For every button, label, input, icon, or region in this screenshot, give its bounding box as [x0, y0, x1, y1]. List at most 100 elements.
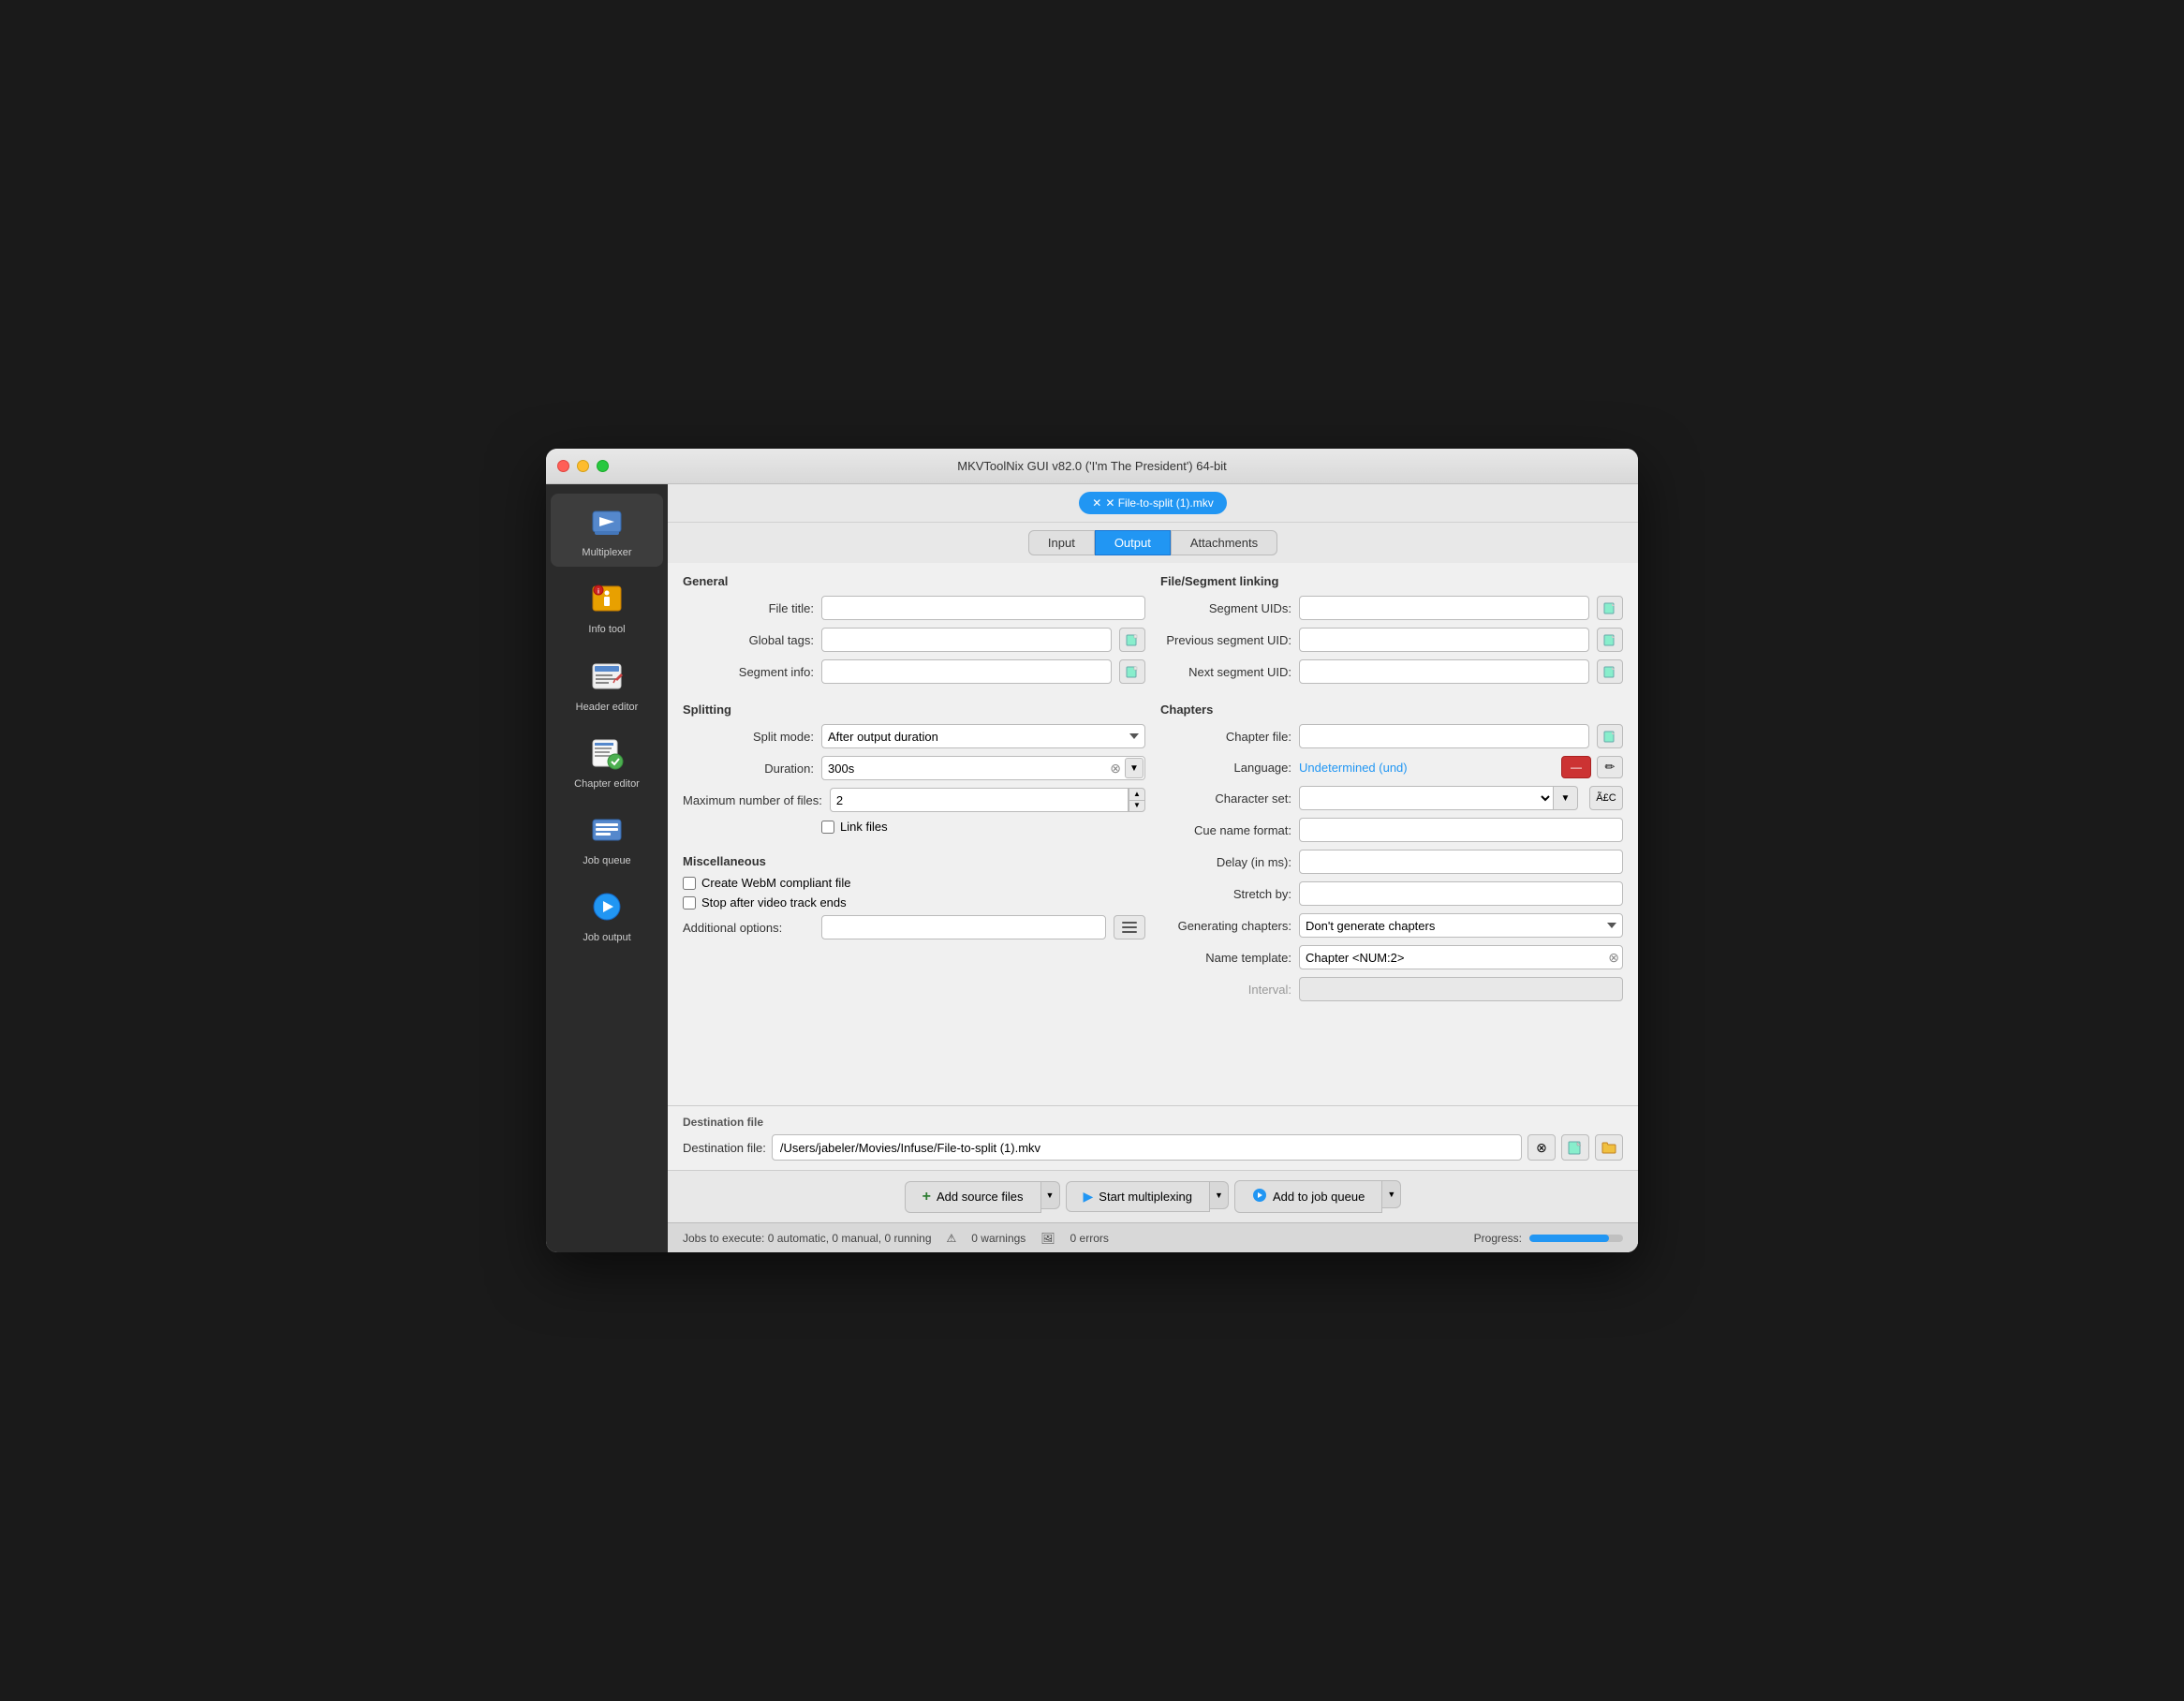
destination-input[interactable] [772, 1134, 1522, 1161]
tab-attachments[interactable]: Attachments [1171, 530, 1277, 555]
delay-input[interactable] [1299, 850, 1623, 874]
max-files-down-btn[interactable]: ▼ [1129, 800, 1145, 813]
generating-chapters-label: Generating chapters: [1160, 919, 1291, 933]
add-source-files-dropdown[interactable]: ▼ [1041, 1181, 1060, 1209]
character-set-select-container: ▼ [1299, 786, 1578, 810]
language-clear-btn[interactable]: — [1561, 756, 1591, 778]
language-link[interactable]: Undetermined (und) [1299, 761, 1408, 775]
destination-file-btn[interactable] [1561, 1134, 1589, 1161]
tab-input[interactable]: Input [1028, 530, 1095, 555]
character-set-select[interactable] [1299, 786, 1554, 810]
generating-chapters-select[interactable]: Don't generate chapters When appending F… [1299, 913, 1623, 938]
max-files-input[interactable] [830, 788, 1129, 812]
duration-input[interactable] [821, 756, 1145, 780]
next-segment-uid-label: Next segment UID: [1160, 665, 1291, 679]
character-set-row: Character set: ▼ Ã£C [1160, 786, 1623, 810]
miscellaneous-section: Miscellaneous Create WebM compliant file… [683, 854, 1145, 939]
max-files-up-btn[interactable]: ▲ [1129, 788, 1145, 800]
sidebar-item-chapter-editor[interactable]: Chapter editor [551, 725, 663, 798]
minimize-button[interactable] [577, 460, 589, 472]
chapters-title: Chapters [1160, 703, 1623, 717]
sidebar-item-header-editor[interactable]: Header editor [551, 648, 663, 721]
traffic-lights [557, 460, 609, 472]
sidebar-label-info-tool: Info tool [588, 623, 625, 636]
global-tags-file-btn[interactable] [1119, 628, 1145, 652]
segment-info-label: Segment info: [683, 665, 814, 679]
prev-segment-uid-file-btn[interactable] [1597, 628, 1623, 652]
next-segment-uid-row: Next segment UID: [1160, 659, 1623, 684]
chapter-file-input[interactable] [1299, 724, 1589, 748]
chapter-editor-icon [586, 732, 627, 774]
stop-after-video-checkbox[interactable] [683, 896, 696, 910]
errors-text: 0 errors [1070, 1232, 1109, 1245]
add-to-job-queue-dropdown[interactable]: ▼ [1382, 1180, 1401, 1208]
split-mode-select[interactable]: After output duration No splitting After… [821, 724, 1145, 748]
progress-bar-container [1529, 1235, 1623, 1242]
name-template-container: ⊗ [1299, 945, 1623, 969]
cue-name-format-input[interactable] [1299, 818, 1623, 842]
tab-output[interactable]: Output [1095, 530, 1171, 555]
link-files-row: Link files [821, 820, 1145, 834]
sidebar-item-job-queue[interactable]: Job queue [551, 802, 663, 875]
max-files-row: Maximum number of files: ▲ ▼ [683, 788, 1145, 812]
add-source-files-icon: + [922, 1189, 931, 1205]
job-output-icon [586, 886, 627, 927]
next-segment-uid-input[interactable] [1299, 659, 1589, 684]
next-segment-uid-file-btn[interactable] [1597, 659, 1623, 684]
destination-clear-btn[interactable]: ⊗ [1527, 1134, 1556, 1161]
panels-row: General File title: Global tags: [668, 563, 1638, 1105]
sidebar-item-info-tool[interactable]: i Info tool [551, 570, 663, 643]
sidebar-label-chapter-editor: Chapter editor [574, 777, 640, 791]
create-webm-checkbox[interactable] [683, 877, 696, 890]
sidebar-label-header-editor: Header editor [576, 701, 639, 714]
content-area: ✕ ✕ File-to-split (1).mkv Input Output A… [668, 484, 1638, 1252]
chapter-file-btn[interactable] [1597, 724, 1623, 748]
global-tags-row: Global tags: [683, 628, 1145, 652]
prev-segment-uid-row: Previous segment UID: [1160, 628, 1623, 652]
additional-options-row: Additional options: [683, 915, 1145, 939]
additional-options-input[interactable] [821, 915, 1106, 939]
segment-uids-file-btn[interactable] [1597, 596, 1623, 620]
progress-label: Progress: [1474, 1232, 1522, 1245]
start-multiplexing-icon: ▶ [1084, 1189, 1094, 1205]
name-template-clear-btn[interactable]: ⊗ [1608, 950, 1619, 966]
file-title-row: File title: [683, 596, 1145, 620]
global-tags-input[interactable] [821, 628, 1112, 652]
destination-label: Destination file: [683, 1141, 766, 1155]
prev-segment-uid-input[interactable] [1299, 628, 1589, 652]
splitting-section: Splitting Split mode: After output durat… [683, 703, 1145, 839]
generating-chapters-row: Generating chapters: Don't generate chap… [1160, 913, 1623, 938]
add-to-job-queue-group: Add to job queue ▼ [1234, 1180, 1401, 1213]
stretch-by-input[interactable] [1299, 881, 1623, 906]
sidebar-item-job-output[interactable]: Job output [551, 879, 663, 952]
additional-options-btn[interactable] [1114, 915, 1145, 939]
interval-input[interactable] [1299, 977, 1623, 1001]
start-multiplexing-dropdown[interactable]: ▼ [1210, 1181, 1229, 1209]
duration-clear-btn[interactable]: ⊗ [1110, 761, 1121, 777]
duration-dropdown-btn[interactable]: ▼ [1125, 758, 1144, 778]
add-to-job-queue-btn[interactable]: Add to job queue [1234, 1180, 1382, 1213]
character-set-special-btn[interactable]: Ã£C [1589, 786, 1623, 810]
language-edit-btn[interactable]: ✏ [1597, 756, 1623, 778]
start-multiplexing-btn[interactable]: ▶ Start multiplexing [1066, 1181, 1211, 1212]
misc-title: Miscellaneous [683, 854, 1145, 868]
add-source-files-btn[interactable]: + Add source files [905, 1181, 1041, 1213]
sidebar-item-multiplexer[interactable]: Multiplexer [551, 494, 663, 567]
close-button[interactable] [557, 460, 569, 472]
character-set-label: Character set: [1160, 791, 1291, 806]
destination-folder-btn[interactable] [1595, 1134, 1623, 1161]
file-tab[interactable]: ✕ ✕ File-to-split (1).mkv [1079, 492, 1226, 514]
character-set-dropdown-btn[interactable]: ▼ [1554, 786, 1578, 810]
stop-after-video-row: Stop after video track ends [683, 895, 1145, 910]
segment-info-input[interactable] [821, 659, 1112, 684]
name-template-input[interactable] [1299, 945, 1623, 969]
maximize-button[interactable] [597, 460, 609, 472]
link-files-checkbox[interactable] [821, 821, 834, 834]
add-source-files-group: + Add source files ▼ [905, 1181, 1060, 1213]
segment-info-file-btn[interactable] [1119, 659, 1145, 684]
errors-icon: 🖼 [1040, 1232, 1055, 1245]
segment-uids-input[interactable] [1299, 596, 1589, 620]
interval-row: Interval: [1160, 977, 1623, 1001]
warnings-icon: ⚠ [947, 1232, 957, 1245]
file-title-input[interactable] [821, 596, 1145, 620]
